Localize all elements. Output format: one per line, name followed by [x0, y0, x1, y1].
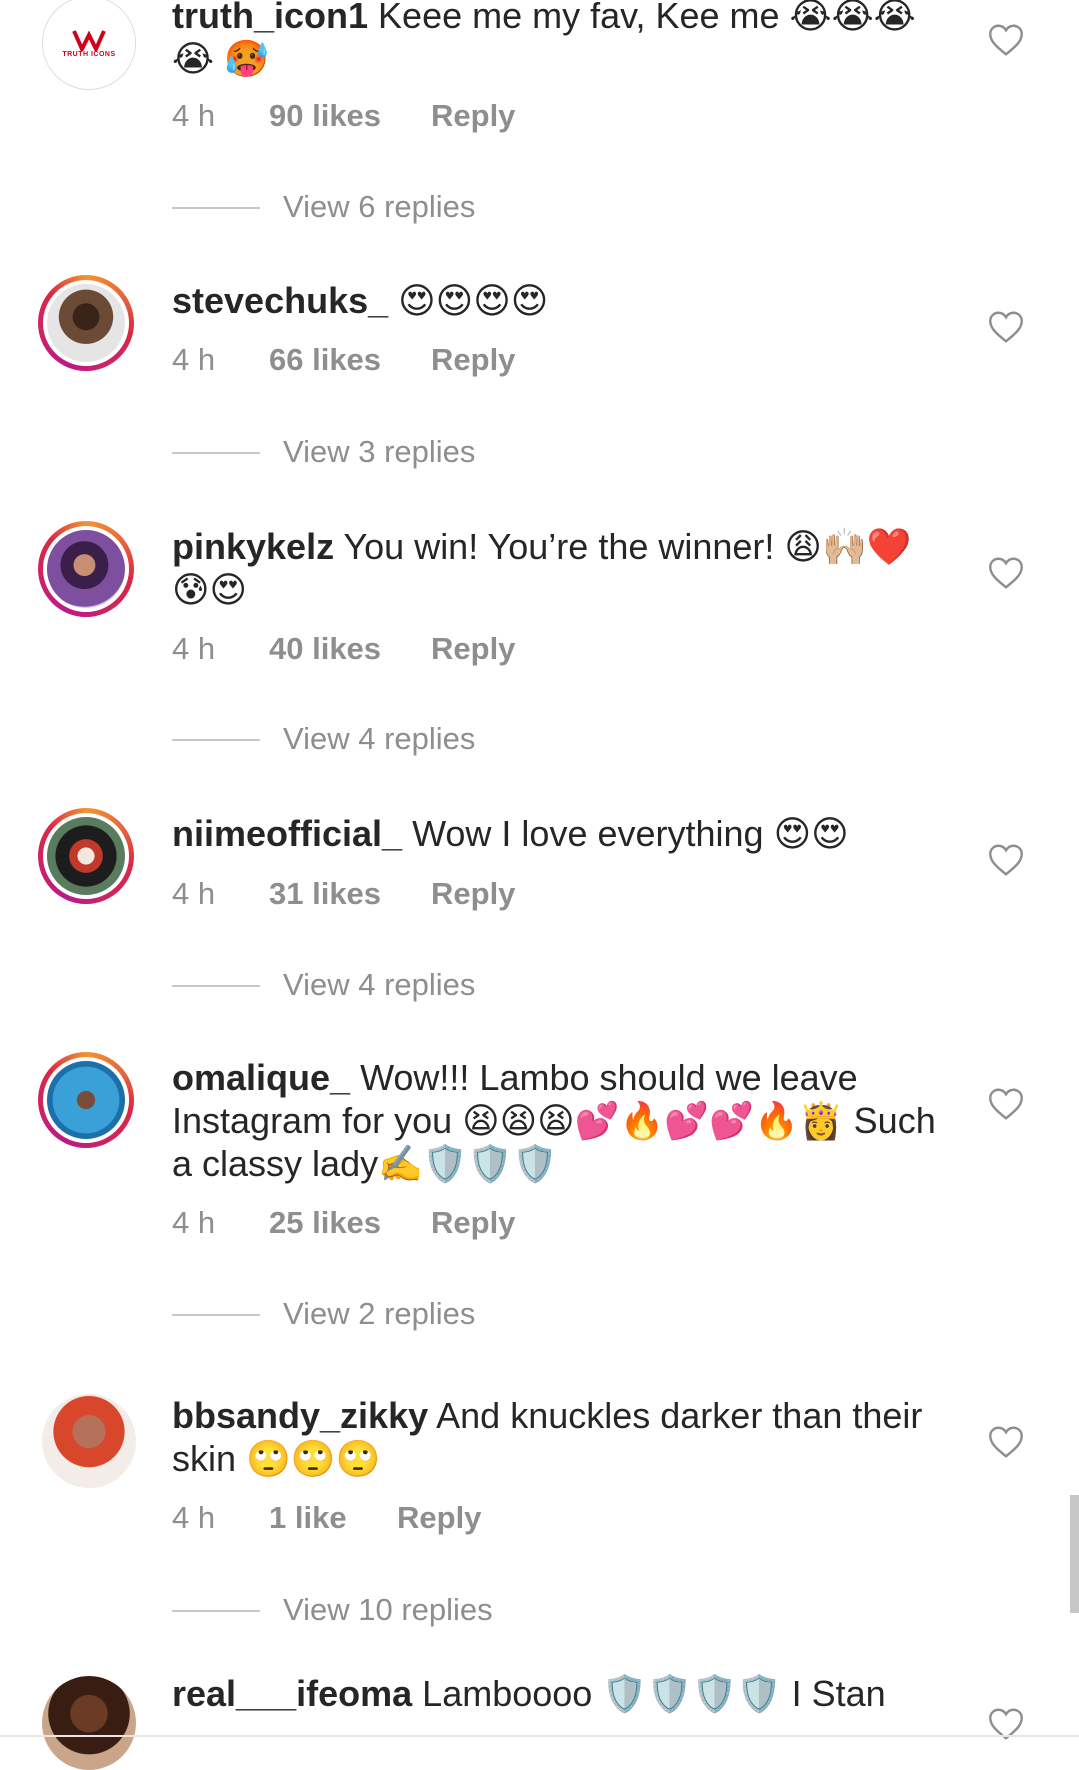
avatar[interactable] [38, 521, 134, 617]
scrollbar[interactable] [1070, 1495, 1079, 1613]
reply-button[interactable]: Reply [431, 629, 515, 669]
comment-username[interactable]: truth_icon1 [172, 0, 368, 36]
view-replies-label[interactable]: View 4 replies [283, 965, 475, 1005]
comment-likes[interactable]: 31 likes [269, 874, 381, 914]
avatar[interactable] [38, 275, 134, 371]
view-replies-label[interactable]: View 2 replies [283, 1294, 475, 1334]
comment-time: 4 h [172, 876, 216, 911]
comment-likes[interactable]: 90 likes [269, 96, 381, 136]
comment-body: Lamboooo 🛡️🛡️🛡️🛡️ I Stan [422, 1673, 886, 1714]
view-replies-label[interactable]: View 4 replies [283, 719, 475, 759]
comment-likes[interactable]: 25 likes [269, 1203, 381, 1243]
comment-time: 4 h [172, 342, 216, 377]
replies-divider [172, 1610, 260, 1612]
comment-time: 4 h [172, 1205, 216, 1240]
avatar[interactable] [38, 1052, 134, 1148]
replies-divider [172, 739, 260, 741]
reply-button[interactable]: Reply [431, 874, 515, 914]
reply-button[interactable]: Reply [431, 1203, 515, 1243]
reply-button[interactable]: Reply [397, 1498, 481, 1538]
heart-outline-icon[interactable] [988, 843, 1024, 877]
comment-text: pinkykelz You win! You’re the winner! 😩🙌… [172, 525, 932, 611]
comment-body: 😍😍😍😍 [398, 280, 549, 321]
heart-outline-icon[interactable] [988, 1087, 1024, 1121]
reply-button[interactable]: Reply [431, 96, 515, 136]
comment-likes[interactable]: 1 like [269, 1498, 347, 1538]
truth-icons-logo-icon [72, 29, 106, 51]
heart-outline-icon[interactable] [988, 1425, 1024, 1459]
comment-username[interactable]: omalique_ [172, 1057, 350, 1098]
comment-text: omalique_ Wow!!! Lambo should we leave I… [172, 1056, 962, 1185]
view-replies-label[interactable]: View 3 replies [283, 432, 475, 472]
comment-likes[interactable]: 40 likes [269, 629, 381, 669]
avatar[interactable] [42, 1676, 136, 1770]
reply-button[interactable]: Reply [431, 340, 515, 380]
comment-username[interactable]: pinkykelz [172, 526, 334, 567]
avatar-logo-text: TRUTH ICONS [62, 50, 116, 58]
comment-text: bbsandy_zikky And knuckles darker than t… [172, 1394, 942, 1480]
comment-time: 4 h [172, 1500, 216, 1535]
comment-time: 4 h [172, 631, 216, 666]
replies-divider [172, 207, 260, 209]
replies-divider [172, 1314, 260, 1316]
comment-username[interactable]: stevechuks_ [172, 280, 388, 321]
heart-outline-icon[interactable] [988, 556, 1024, 590]
comment-text: real___ifeoma Lamboooo 🛡️🛡️🛡️🛡️ I Stan [172, 1672, 962, 1715]
view-replies-label[interactable]: View 6 replies [283, 187, 475, 227]
avatar[interactable] [42, 1394, 136, 1488]
comment-text: stevechuks_ 😍😍😍😍 [172, 279, 962, 322]
comment-username[interactable]: niimeofficial_ [172, 813, 402, 854]
bottom-divider [0, 1735, 1079, 1737]
replies-divider [172, 452, 260, 454]
comment-likes[interactable]: 66 likes [269, 340, 381, 380]
comment-time: 4 h [172, 98, 216, 133]
comment-username[interactable]: real___ifeoma [172, 1673, 412, 1714]
avatar[interactable]: TRUTH ICONS [42, 0, 136, 90]
comment-text: niimeofficial_ Wow I love everything 😍😍 [172, 812, 962, 855]
replies-divider [172, 985, 260, 987]
heart-outline-icon[interactable] [988, 310, 1024, 344]
comment-body: Wow I love everything 😍😍 [412, 813, 849, 854]
avatar[interactable] [38, 808, 134, 904]
view-replies-label[interactable]: View 10 replies [283, 1590, 493, 1630]
comment-username[interactable]: bbsandy_zikky [172, 1395, 428, 1436]
comment-text: truth_icon1 Keee me my fav, Kee me 😭😭😭😭 … [172, 0, 952, 80]
heart-outline-icon[interactable] [988, 23, 1024, 57]
